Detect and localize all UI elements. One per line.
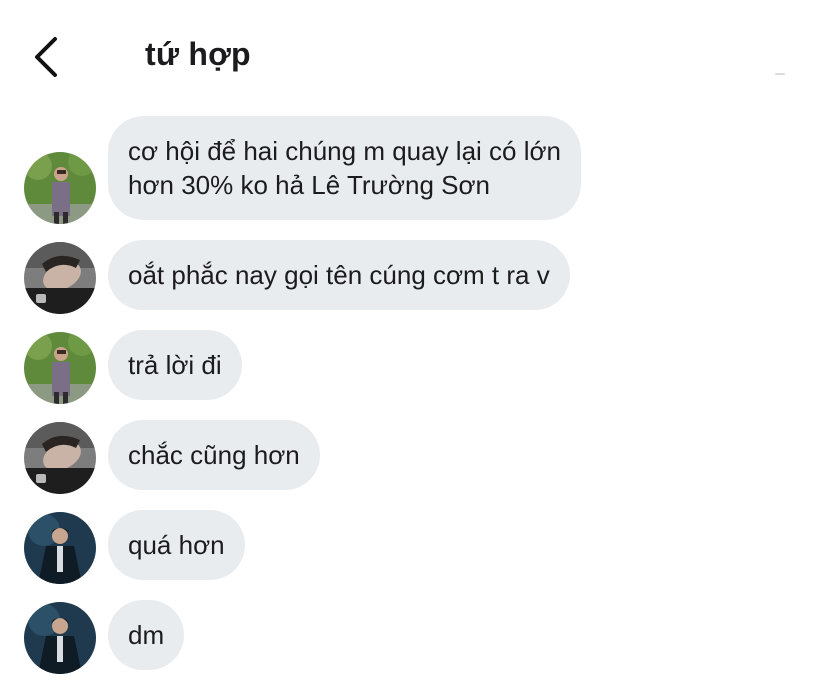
message-bubble[interactable]: dm xyxy=(108,600,185,670)
message-list: cơ hội để hai chúng m quay lại có lớn hơ… xyxy=(0,0,828,687)
message-bubble[interactable]: cơ hội để hai chúng m quay lại có lớn hơ… xyxy=(108,116,582,220)
message-bubble[interactable]: chắc cũng hơn xyxy=(108,420,320,490)
avatar[interactable] xyxy=(24,332,96,404)
message-bubble[interactable]: quá hơn xyxy=(108,510,245,580)
avatar[interactable] xyxy=(24,152,96,224)
avatar[interactable] xyxy=(24,242,96,314)
avatar[interactable] xyxy=(24,422,96,494)
avatar[interactable] xyxy=(24,512,96,584)
avatar[interactable] xyxy=(24,602,96,674)
message-bubble[interactable]: oắt phắc nay gọi tên cúng cơm t ra v xyxy=(108,240,570,310)
message-bubble[interactable]: trả lời đi xyxy=(108,330,242,400)
